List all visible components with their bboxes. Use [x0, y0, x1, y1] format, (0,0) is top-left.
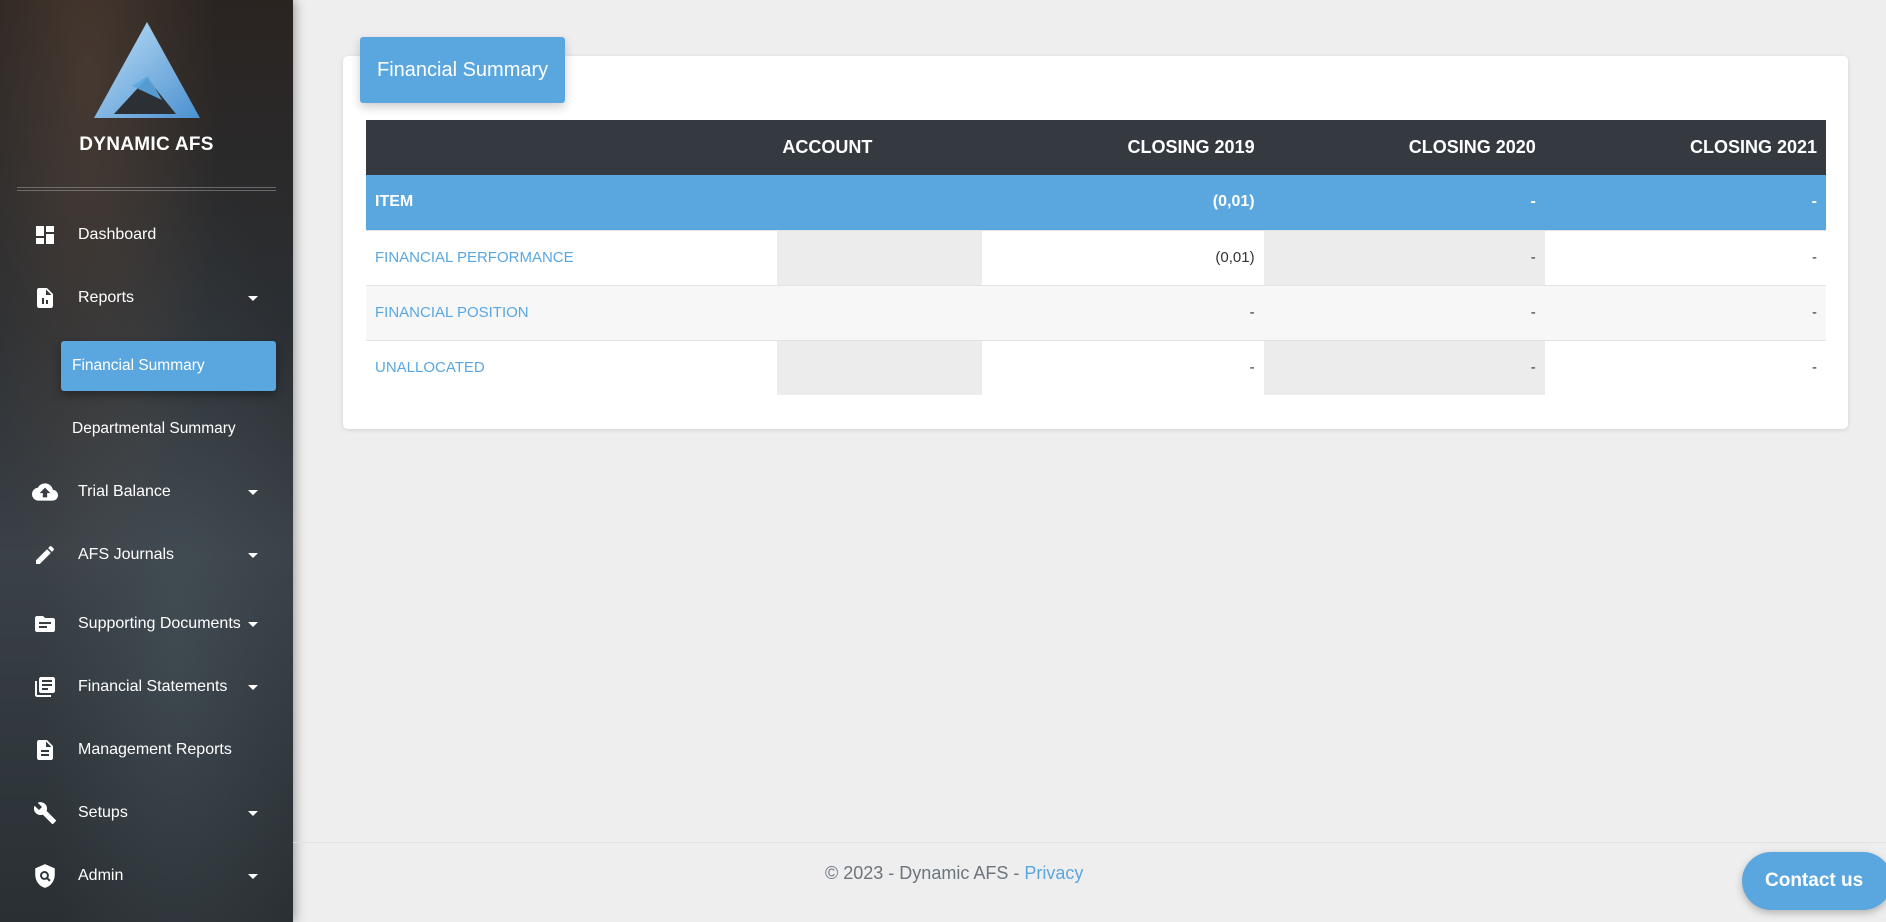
brand: DYNAMIC AFS	[0, 20, 293, 156]
brand-logo-icon	[93, 22, 200, 118]
row-link-financial-position[interactable]: FINANCIAL POSITION	[366, 284, 778, 340]
chevron-down-icon	[248, 553, 258, 558]
document-icon	[31, 736, 59, 764]
chevron-down-icon	[248, 490, 258, 495]
sidebar-item-label: Dashboard	[78, 226, 157, 243]
table-row: UNALLOCATED - - -	[366, 339, 1826, 395]
sidebar-item-label: Supporting Documents	[78, 615, 241, 632]
chevron-down-icon	[248, 811, 258, 816]
table-row: FINANCIAL PERFORMANCE (0,01) - -	[366, 229, 1826, 285]
sidebar-item-dashboard[interactable]: Dashboard	[0, 213, 293, 257]
column-header-closing-2020: CLOSING 2020	[1263, 120, 1545, 175]
table-row-item: ITEM (0,01) - -	[366, 175, 1826, 230]
sidebar-item-supporting-documents[interactable]: Supporting Documents	[0, 602, 293, 646]
contact-us-button[interactable]: Contact us	[1742, 852, 1886, 910]
closing-2019-cell: -	[982, 339, 1264, 395]
sidebar-subitem-label: Financial Summary	[72, 357, 205, 374]
chevron-down-icon	[248, 874, 258, 879]
sidebar-item-label: Setups	[78, 804, 128, 821]
sidebar-item-management-reports[interactable]: Management Reports	[0, 728, 293, 772]
pencil-icon	[31, 541, 59, 569]
column-header-item	[366, 120, 778, 175]
folder-icon	[31, 610, 59, 638]
closing-2021-cell: -	[1544, 175, 1826, 230]
account-cell	[777, 229, 983, 285]
report-icon	[31, 284, 59, 312]
sidebar: DYNAMIC AFS Dashboard Reports Financial …	[0, 0, 293, 922]
sidebar-item-setups[interactable]: Setups	[0, 791, 293, 835]
footer-copyright: © 2023 - Dynamic AFS -	[825, 863, 1025, 883]
sidebar-item-label: Admin	[78, 867, 124, 884]
closing-2021-cell: -	[1544, 229, 1826, 285]
footer: © 2023 - Dynamic AFS - Privacy	[825, 863, 1083, 884]
closing-2020-cell: -	[1263, 284, 1545, 340]
sidebar-item-admin[interactable]: Admin	[0, 854, 293, 898]
account-cell	[777, 339, 983, 395]
account-cell	[777, 175, 983, 230]
account-cell	[777, 284, 983, 340]
sidebar-item-financial-statements[interactable]: Financial Statements	[0, 665, 293, 709]
sidebar-subitem-financial-summary[interactable]: Financial Summary	[61, 341, 276, 391]
card-title: Financial Summary	[360, 37, 565, 103]
sidebar-item-label: Reports	[78, 289, 135, 306]
closing-2019-cell: (0,01)	[982, 229, 1264, 285]
sidebar-item-label: Financial Statements	[78, 678, 228, 695]
sidebar-item-trial-balance[interactable]: Trial Balance	[0, 470, 293, 514]
admin-shield-icon	[31, 862, 59, 890]
cloud-upload-icon	[31, 478, 59, 506]
column-header-closing-2019: CLOSING 2019	[982, 120, 1264, 175]
brand-name: DYNAMIC AFS	[79, 134, 214, 155]
closing-2019-cell: (0,01)	[982, 175, 1264, 230]
chevron-down-icon	[248, 685, 258, 690]
sidebar-item-label: AFS Journals	[78, 546, 175, 563]
chevron-down-icon	[248, 622, 258, 627]
library-books-icon	[31, 673, 59, 701]
table-row: FINANCIAL POSITION - - -	[366, 284, 1826, 340]
dashboard-icon	[31, 221, 59, 249]
sidebar-item-label: Trial Balance	[78, 483, 171, 500]
sidebar-item-reports[interactable]: Reports	[0, 276, 293, 320]
brand-divider	[17, 187, 276, 191]
closing-2020-cell: -	[1263, 175, 1545, 230]
closing-2019-cell: -	[982, 284, 1264, 340]
closing-2020-cell: -	[1263, 339, 1545, 395]
footer-divider	[293, 842, 1886, 843]
chevron-down-icon	[248, 296, 258, 301]
closing-2021-cell: -	[1544, 284, 1826, 340]
sidebar-subitem-departmental-summary[interactable]: Departmental Summary	[61, 404, 276, 454]
sidebar-item-afs-journals[interactable]: AFS Journals	[0, 533, 293, 577]
row-link-financial-performance[interactable]: FINANCIAL PERFORMANCE	[366, 229, 778, 285]
column-header-closing-2021: CLOSING 2021	[1544, 120, 1826, 175]
sidebar-item-label: Management Reports	[78, 741, 232, 758]
privacy-link[interactable]: Privacy	[1024, 863, 1083, 883]
row-label: ITEM	[366, 175, 778, 230]
financial-summary-table: ACCOUNT CLOSING 2019 CLOSING 2020 CLOSIN…	[366, 120, 1826, 395]
wrench-icon	[31, 799, 59, 827]
closing-2021-cell: -	[1544, 339, 1826, 395]
closing-2020-cell: -	[1263, 229, 1545, 285]
row-link-unallocated[interactable]: UNALLOCATED	[366, 339, 778, 395]
sidebar-subitem-label: Departmental Summary	[72, 420, 236, 437]
table-header-row: ACCOUNT CLOSING 2019 CLOSING 2020 CLOSIN…	[366, 120, 1826, 175]
column-header-account: ACCOUNT	[777, 120, 983, 175]
